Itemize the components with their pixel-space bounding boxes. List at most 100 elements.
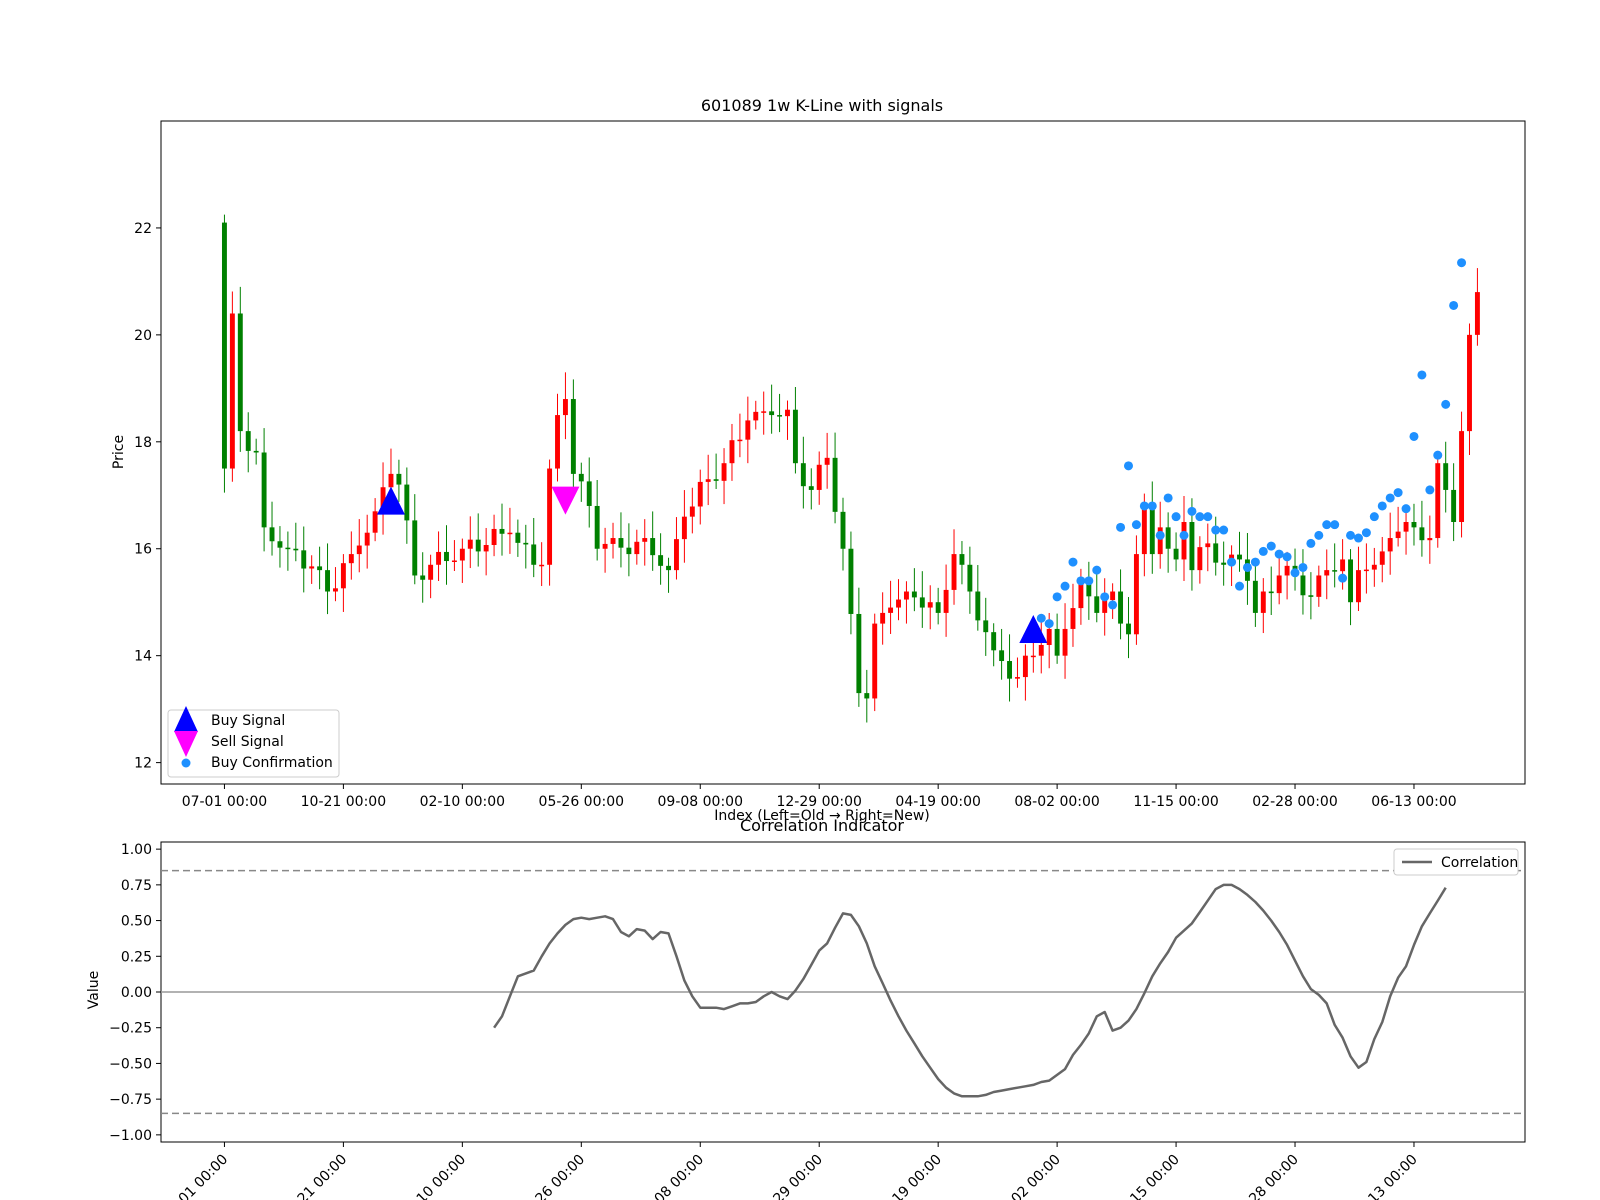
kline-x-tick-label: 11-15 00:00 xyxy=(1133,794,1218,810)
candle-body xyxy=(1300,575,1306,596)
candle-body xyxy=(975,591,981,621)
candle-body xyxy=(911,591,917,598)
candle-body xyxy=(1387,538,1393,552)
candle-body xyxy=(317,566,323,571)
candle-body xyxy=(983,620,989,633)
candle-body xyxy=(388,473,394,488)
kline-x-tick-label: 10-21 00:00 xyxy=(301,794,386,810)
candle-body xyxy=(1451,489,1457,523)
kline-y-axis-label: Price xyxy=(111,435,127,469)
buy-confirmation-point xyxy=(1258,546,1268,556)
candle-body xyxy=(499,528,505,534)
kline-x-tick-label: 05-26 00:00 xyxy=(539,794,624,810)
buy-confirmation-point xyxy=(1361,528,1371,538)
candle-body xyxy=(1467,334,1472,432)
buy-confirmation-point xyxy=(1116,522,1126,532)
candle-body xyxy=(1459,431,1465,523)
candle-body xyxy=(658,555,664,566)
candle-body xyxy=(1221,562,1227,565)
candle-body xyxy=(832,457,838,512)
candle-body xyxy=(1371,564,1377,570)
candle-body xyxy=(999,650,1005,662)
buy-confirmation-point xyxy=(1409,431,1419,441)
candle-body xyxy=(689,506,695,517)
buy-confirmation-point xyxy=(1163,493,1173,503)
candle-body xyxy=(1411,522,1417,528)
candle-body xyxy=(959,554,965,565)
candle-body xyxy=(1213,543,1219,563)
candle-body xyxy=(761,411,767,413)
candle-body xyxy=(792,409,798,464)
candle-body xyxy=(1030,655,1036,658)
candle-body xyxy=(1363,569,1369,572)
candle-body xyxy=(444,551,449,562)
candle-body xyxy=(697,481,703,507)
candle-body xyxy=(1118,591,1124,624)
buy-confirmation-point xyxy=(1179,530,1189,540)
candle-body xyxy=(1340,559,1346,572)
candle-body xyxy=(523,542,529,545)
candle-body xyxy=(586,481,592,506)
candle-body xyxy=(277,541,283,548)
candle-body xyxy=(570,399,576,474)
candle-body xyxy=(1102,600,1108,613)
candle-body xyxy=(467,539,473,549)
kline-x-tick-label: 08-02 00:00 xyxy=(1014,794,1099,810)
candle-body xyxy=(594,505,600,549)
candle-body xyxy=(840,511,846,549)
candle-body xyxy=(1332,570,1338,572)
candle-body xyxy=(896,599,901,608)
candle-body xyxy=(848,548,854,614)
buy-confirmation-point xyxy=(1266,541,1276,551)
correlation-y-axis-label: Value xyxy=(86,971,102,1009)
candle-body xyxy=(229,313,235,469)
candle-body xyxy=(1054,628,1060,656)
candle-body xyxy=(888,607,894,613)
candle-body xyxy=(1094,596,1100,613)
candle-body xyxy=(555,415,560,469)
candle-body xyxy=(808,486,814,490)
candle-body xyxy=(578,473,584,482)
candle-body xyxy=(1276,575,1282,594)
buy-confirmation-point xyxy=(1306,538,1316,548)
candle-body xyxy=(475,539,481,552)
candle-body xyxy=(816,464,822,490)
buy-confirmation-point xyxy=(1338,573,1348,583)
correlation-y-tick-label: 0.75 xyxy=(121,878,152,894)
buy-confirmation-point xyxy=(1250,557,1260,567)
candle-body xyxy=(348,554,354,564)
kline-x-tick-label: 06-13 00:00 xyxy=(1371,794,1456,810)
candle-body xyxy=(800,463,806,487)
correlation-title: Correlation Indicator xyxy=(740,816,904,835)
candle-body xyxy=(333,588,338,592)
buy-confirmation-point xyxy=(1123,461,1133,471)
buy-confirmation-point xyxy=(1401,504,1411,514)
candle-body xyxy=(1205,543,1211,548)
candle-body xyxy=(729,440,735,464)
candle-body xyxy=(666,565,671,571)
buy-confirmation-point xyxy=(1139,501,1149,511)
candle-body xyxy=(491,528,497,545)
buy-confirmation-point xyxy=(1330,520,1340,530)
buy-confirmation-point xyxy=(1203,512,1213,522)
correlation-y-tick-label: −0.25 xyxy=(109,1021,152,1037)
buy-confirmation-point xyxy=(1393,488,1403,498)
buy-confirmation-point xyxy=(1274,549,1284,559)
candle-body xyxy=(293,548,299,551)
buy-confirmation-point xyxy=(1155,530,1165,540)
legend-buy-signal-label: Buy Signal xyxy=(211,713,285,729)
buy-confirmation-point xyxy=(1314,530,1324,540)
candle-body xyxy=(618,538,624,548)
kline-y-tick-label: 20 xyxy=(134,328,152,344)
correlation-y-tick-label: −0.75 xyxy=(109,1092,152,1108)
buy-confirmation-point xyxy=(1433,450,1443,460)
candle-body xyxy=(903,591,909,600)
candle-body xyxy=(674,539,679,571)
candle-body xyxy=(1252,580,1258,613)
buy-confirmation-point xyxy=(1092,565,1102,575)
buy-confirmation-point xyxy=(1457,258,1467,268)
candle-body xyxy=(1007,661,1012,679)
buy-confirmation-point xyxy=(1322,520,1332,530)
candle-body xyxy=(1284,565,1290,576)
candle-body xyxy=(1181,522,1187,560)
